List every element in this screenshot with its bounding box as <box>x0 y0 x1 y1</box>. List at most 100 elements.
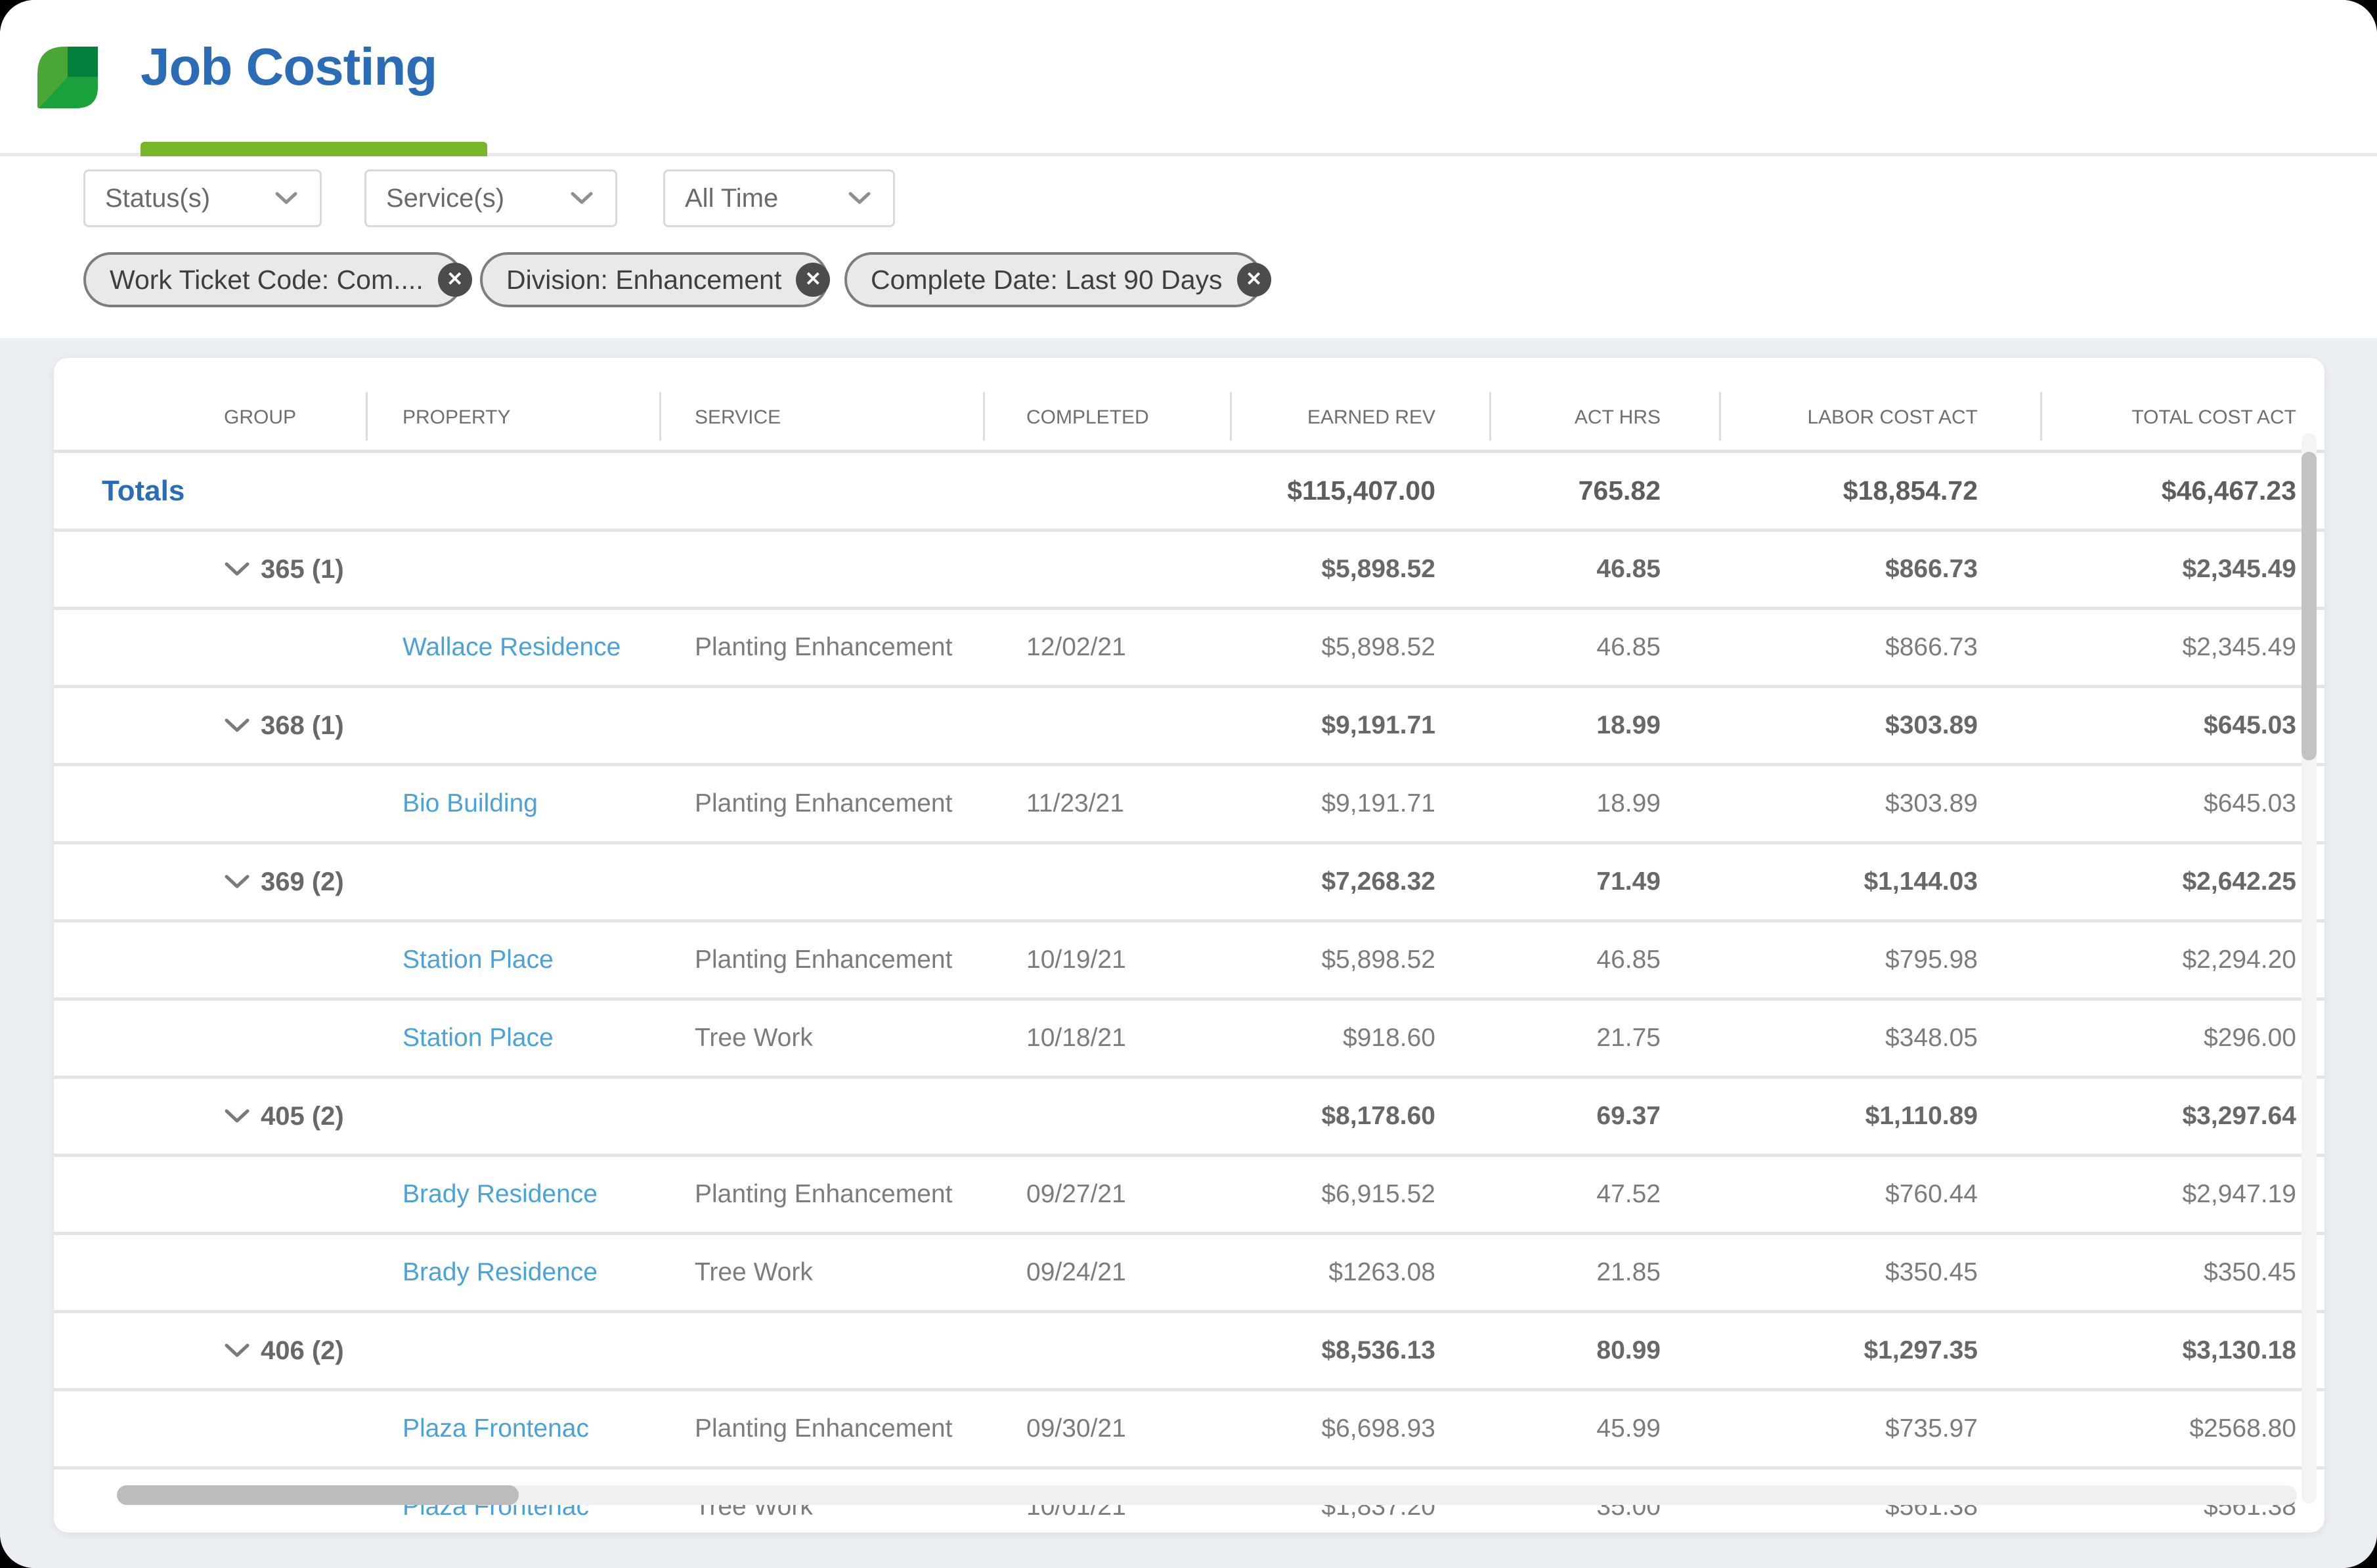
filter-chip-division[interactable]: Division: Enhancement ✕ <box>480 252 831 307</box>
collapse-group-button[interactable] <box>224 1343 250 1359</box>
filter-chip-work-ticket-code[interactable]: Work Ticket Code: Com.... ✕ <box>83 252 472 307</box>
labor-cost-act-cell: $1,297.35 <box>1864 1336 1978 1364</box>
totals-label: Totals <box>102 474 185 507</box>
vertical-scrollbar-thumb[interactable] <box>2301 452 2317 760</box>
total-cost-act-cell: $2568.80 <box>2189 1414 2296 1443</box>
earned-rev-cell: $6,698.93 <box>1321 1414 1435 1443</box>
filter-chip-complete-date[interactable]: Complete Date: Last 90 Days ✕ <box>844 252 1271 307</box>
earned-rev-cell: $6,915.52 <box>1321 1180 1435 1208</box>
remove-filter-button[interactable]: ✕ <box>437 263 472 297</box>
labor-cost-act-cell: $866.73 <box>1885 555 1978 583</box>
labor-cost-act-cell: $1,144.03 <box>1864 867 1978 896</box>
property-link[interactable]: Wallace Residence <box>403 633 621 661</box>
chevron-down-icon <box>225 718 250 732</box>
group-label: 406 (2) <box>261 1336 344 1365</box>
earned-rev-cell: $1263.08 <box>1328 1258 1435 1286</box>
header-column-divider <box>2040 392 2042 441</box>
act-hrs-cell: 18.99 <box>1596 711 1661 739</box>
detail-row: Plaza Frontenac Planting Enhancement 09/… <box>54 1391 2324 1470</box>
header-column-divider <box>1489 392 1491 441</box>
column-header-total-cost-act: TOTAL COST ACT <box>2131 406 2296 428</box>
service-cell: Planting Enhancement <box>695 946 953 974</box>
property-link[interactable]: Bio Building <box>403 789 538 817</box>
horizontal-scrollbar-thumb[interactable] <box>117 1485 519 1505</box>
totals-row: Totals $115,407.00 765.82 $18,854.72 $46… <box>54 453 2324 532</box>
service-cell: Planting Enhancement <box>695 1180 953 1208</box>
chevron-down-icon <box>225 1109 250 1123</box>
header-column-divider <box>1230 392 1232 441</box>
completed-cell: 12/02/21 <box>1026 633 1126 661</box>
completed-cell: 10/19/21 <box>1026 946 1126 974</box>
active-tab-indicator <box>141 142 487 156</box>
detail-row: Station Place Tree Work 10/18/21 $918.60… <box>54 1001 2324 1079</box>
chevron-down-icon <box>275 192 297 204</box>
header-column-divider <box>1719 392 1721 441</box>
total-cost-act-cell: $350.45 <box>2204 1258 2296 1286</box>
page-header: Job Costing Status(s) Service(s) All Tim… <box>0 0 2377 338</box>
property-link[interactable]: Brady Residence <box>403 1180 598 1208</box>
chevron-down-icon <box>225 1343 250 1357</box>
property-link[interactable]: Plaza Frontenac <box>403 1414 589 1443</box>
earned-rev-cell: $918.60 <box>1343 1024 1435 1052</box>
remove-filter-button[interactable]: ✕ <box>796 263 831 297</box>
group-row: 369 (2) $7,268.32 71.49 $1,144.03 $2,642… <box>54 844 2324 923</box>
total-cost-act-cell: $2,642.25 <box>2182 867 2296 896</box>
service-cell: Tree Work <box>695 1258 813 1286</box>
earned-rev-cell: $7,268.32 <box>1321 867 1435 896</box>
earned-rev-cell: $5,898.52 <box>1321 555 1435 583</box>
labor-cost-act-cell: $735.97 <box>1885 1414 1978 1443</box>
group-label: 405 (2) <box>261 1101 344 1131</box>
column-header-completed: COMPLETED <box>1026 406 1149 428</box>
total-cost-act-cell: $296.00 <box>2204 1024 2296 1052</box>
total-cost-act-cell: $3,297.64 <box>2182 1102 2296 1130</box>
completed-cell: 10/18/21 <box>1026 1024 1126 1052</box>
property-link[interactable]: Brady Residence <box>403 1258 598 1286</box>
collapse-group-button[interactable] <box>224 718 250 733</box>
total-cost-act-cell: $2,345.49 <box>2182 555 2296 583</box>
service-filter-dropdown[interactable]: Service(s) <box>364 169 617 227</box>
collapse-group-button[interactable] <box>224 874 250 890</box>
act-hrs-cell: 69.37 <box>1596 1102 1661 1130</box>
page-title: Job Costing <box>141 37 437 96</box>
act-hrs-cell: 18.99 <box>1596 789 1661 817</box>
total-cost-act-cell: $2,947.19 <box>2182 1180 2296 1208</box>
earned-rev-cell: $8,536.13 <box>1321 1336 1435 1364</box>
remove-filter-button[interactable]: ✕ <box>1236 263 1271 297</box>
app-window: Job Costing Status(s) Service(s) All Tim… <box>0 0 2377 1568</box>
leaf-logo-icon <box>37 47 98 108</box>
act-hrs-cell: 45.99 <box>1596 1414 1661 1443</box>
service-filter-label: Service(s) <box>386 183 505 213</box>
filter-chip-label: Work Ticket Code: Com.... <box>110 264 424 295</box>
earned-rev-cell: $5,898.52 <box>1321 633 1435 661</box>
column-header-property: PROPERTY <box>403 406 511 428</box>
status-filter-label: Status(s) <box>105 183 211 213</box>
service-cell: Planting Enhancement <box>695 1414 953 1443</box>
filter-chip-label: Division: Enhancement <box>506 264 782 295</box>
status-filter-dropdown[interactable]: Status(s) <box>83 169 322 227</box>
collapse-group-button[interactable] <box>224 1108 250 1124</box>
earned-rev-cell: $9,191.71 <box>1321 711 1435 739</box>
chevron-down-icon <box>571 192 593 204</box>
labor-cost-act-cell: $303.89 <box>1885 711 1978 739</box>
close-icon: ✕ <box>1245 269 1263 290</box>
earned-rev-cell: $8,178.60 <box>1321 1102 1435 1130</box>
column-header-group: GROUP <box>224 406 297 428</box>
table-header-row: GROUP PROPERTY SERVICE COMPLETED EARNED … <box>54 358 2324 453</box>
group-row: 365 (1) $5,898.52 46.85 $866.73 $2,345.4… <box>54 532 2324 610</box>
time-filter-dropdown[interactable]: All Time <box>663 169 895 227</box>
group-label: 369 (2) <box>261 867 344 896</box>
group-label: 368 (1) <box>261 710 344 740</box>
earned-rev-cell: $9,191.71 <box>1321 789 1435 817</box>
group-row: 405 (2) $8,178.60 69.37 $1,110.89 $3,297… <box>54 1079 2324 1157</box>
property-link[interactable]: Station Place <box>403 946 554 974</box>
property-link[interactable]: Station Place <box>403 1024 554 1052</box>
header-column-divider <box>366 392 368 441</box>
labor-cost-act-cell: $348.05 <box>1885 1024 1978 1052</box>
header-column-divider <box>659 392 661 441</box>
job-costing-table-card: GROUP PROPERTY SERVICE COMPLETED EARNED … <box>54 358 2324 1533</box>
totals-earned-rev: $115,407.00 <box>1287 475 1435 506</box>
collapse-group-button[interactable] <box>224 561 250 577</box>
vertical-scrollbar <box>2301 433 2317 1504</box>
header-column-divider <box>983 392 985 441</box>
detail-row: Station Place Planting Enhancement 10/19… <box>54 923 2324 1001</box>
